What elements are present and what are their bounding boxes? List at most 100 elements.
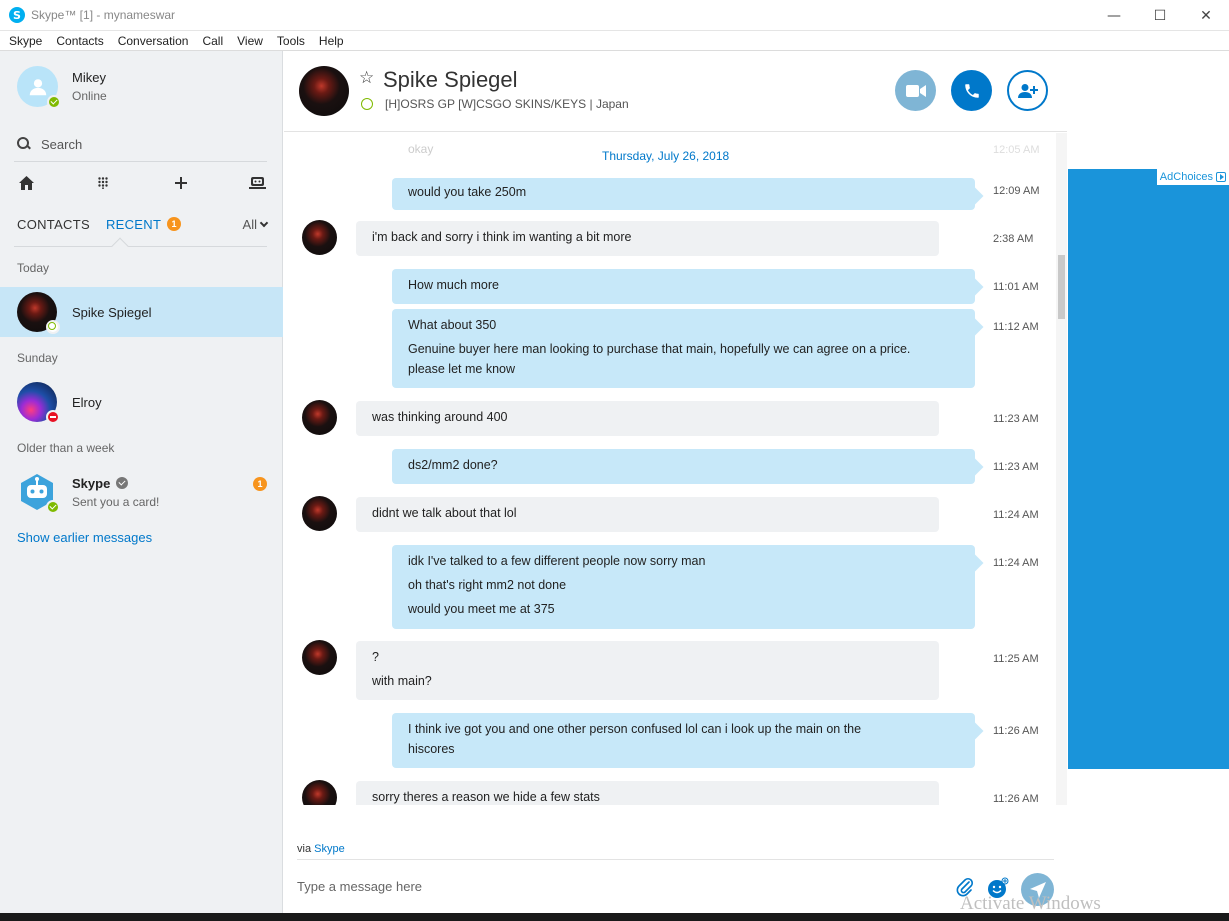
message-text: What about 350 <box>408 318 497 332</box>
group-label-sunday: Sunday <box>17 351 58 365</box>
search-input[interactable]: Search <box>17 133 267 155</box>
contact-tabs: CONTACTS RECENT 1 All <box>17 214 269 234</box>
do-not-disturb-icon <box>46 410 60 424</box>
menu-contacts[interactable]: Contacts <box>51 34 108 48</box>
message-outgoing[interactable]: How much more <box>392 269 975 304</box>
bot-icon[interactable] <box>249 174 267 192</box>
profile-status[interactable]: Online <box>72 89 107 103</box>
menu-view[interactable]: View <box>232 34 268 48</box>
profile[interactable]: Mikey Online <box>17 66 107 109</box>
message-time: 11:24 AM <box>993 509 1039 521</box>
activate-windows-watermark: Activate Windows <box>960 893 1101 914</box>
menu-help[interactable]: Help <box>314 34 349 48</box>
message-text: was thinking around 400 <box>372 410 508 424</box>
scrollbar[interactable] <box>1056 133 1067 805</box>
chevron-down-icon <box>259 218 269 227</box>
avatar[interactable] <box>302 220 337 255</box>
message-time: 11:23 AM <box>993 461 1039 473</box>
avatar[interactable] <box>299 66 349 116</box>
message-text: with main? <box>372 674 432 688</box>
audio-call-button[interactable] <box>951 70 992 111</box>
message-outgoing[interactable]: I think ive got you and one other person… <box>392 713 975 768</box>
via-skype-link[interactable]: Skype <box>314 843 345 855</box>
profile-name: Mikey <box>72 70 106 85</box>
filter-label: All <box>242 216 257 232</box>
message-text: would you take 250m <box>408 185 527 199</box>
sidebar: Mikey Online Search CONTACTS RECENT 1 Al… <box>0 51 283 921</box>
contact-item-elroy[interactable]: Elroy <box>0 377 283 427</box>
video-camera-icon <box>905 84 926 97</box>
person-icon <box>29 78 46 95</box>
contact-item-spike-spiegel[interactable]: Spike Spiegel <box>0 287 283 337</box>
skype-bot-avatar <box>17 472 60 514</box>
message-incoming[interactable]: sorry theres a reason we hide a few stat… <box>356 781 939 805</box>
plus-icon[interactable] <box>172 174 190 192</box>
message-text: idk I've talked to a few different peopl… <box>408 554 706 568</box>
menu-tools[interactable]: Tools <box>272 34 310 48</box>
message-outgoing[interactable]: idk I've talked to a few different peopl… <box>392 545 975 629</box>
avatar[interactable] <box>302 780 337 805</box>
close-button[interactable]: ✕ <box>1183 0 1229 31</box>
online-status-icon <box>46 500 60 514</box>
message-incoming[interactable]: ? with main? <box>356 641 939 700</box>
avatar <box>17 382 60 424</box>
avatar[interactable] <box>302 496 337 531</box>
conversation-title[interactable]: Spike Spiegel <box>383 67 518 93</box>
message-time: 11:26 AM <box>993 793 1039 805</box>
contact-name-row: Skype <box>72 476 159 491</box>
faded-message: okay <box>408 142 434 156</box>
message-time: 12:09 AM <box>993 185 1040 197</box>
show-earlier-link[interactable]: Show earlier messages <box>17 530 152 545</box>
message-outgoing[interactable]: ds2/mm2 done? <box>392 449 975 484</box>
online-status-icon <box>47 95 61 109</box>
search-label: Search <box>41 136 83 152</box>
minimize-button[interactable]: — <box>1091 0 1137 31</box>
video-call-button[interactable] <box>895 70 936 111</box>
message-input[interactable]: Type a message here <box>297 879 422 894</box>
message-time: 2:38 AM <box>993 233 1034 245</box>
unread-badge: 1 <box>253 477 267 491</box>
message-outgoing[interactable]: What about 350 Genuine buyer here man lo… <box>392 309 975 388</box>
tab-recent[interactable]: RECENT 1 <box>106 217 182 232</box>
conversation-pane: ☆ Spike Spiegel [H]OSRS GP [W]CSGO SKINS… <box>284 51 1067 921</box>
message-incoming[interactable]: was thinking around 400 <box>356 401 939 436</box>
message-time: 11:26 AM <box>993 725 1039 737</box>
skype-logo-icon: S <box>9 7 25 23</box>
add-people-button[interactable] <box>1007 70 1048 111</box>
menu-skype[interactable]: Skype <box>4 34 47 48</box>
date-separator: Thursday, July 26, 2018 <box>584 149 748 163</box>
verified-icon <box>116 477 129 489</box>
message-text: would you meet me at 375 <box>408 602 555 616</box>
advertisement[interactable]: AdChoices <box>1068 169 1229 769</box>
avatar[interactable] <box>302 640 337 675</box>
avatar[interactable] <box>17 66 61 109</box>
message-incoming[interactable]: didnt we talk about that lol <box>356 497 939 532</box>
message-incoming[interactable]: i'm back and sorry i think im wanting a … <box>356 221 939 256</box>
divider <box>14 246 267 247</box>
taskbar-edge <box>0 913 1229 921</box>
avatar <box>17 292 60 334</box>
message-text: Genuine buyer here man looking to purcha… <box>408 342 911 376</box>
home-icon[interactable] <box>17 174 35 192</box>
scrollbar-thumb[interactable] <box>1058 255 1065 319</box>
message-outgoing[interactable]: would you take 250m <box>392 178 975 210</box>
menu-call[interactable]: Call <box>197 34 228 48</box>
message-list[interactable]: okay 12:05 AM would you take 250m 12:09 … <box>284 133 1067 805</box>
menu-conversation[interactable]: Conversation <box>113 34 194 48</box>
message-time: 11:25 AM <box>993 653 1039 665</box>
divider <box>297 859 1054 860</box>
tab-contacts[interactable]: CONTACTS <box>17 217 90 232</box>
filter-dropdown[interactable]: All <box>242 216 269 232</box>
ad-choices-link[interactable]: AdChoices <box>1156 169 1229 185</box>
contact-preview: Sent you a card! <box>72 494 160 509</box>
avatar[interactable] <box>302 400 337 435</box>
tab-pointer <box>111 237 129 255</box>
contact-item-skype[interactable]: Skype Sent you a card! 1 <box>0 467 283 517</box>
star-icon[interactable]: ☆ <box>359 68 374 88</box>
phone-icon <box>964 83 979 98</box>
maximize-button[interactable]: ☐ <box>1137 0 1183 31</box>
message-text: i'm back and sorry i think im wanting a … <box>372 230 632 244</box>
divider <box>14 161 267 162</box>
dialpad-icon[interactable] <box>94 174 112 192</box>
group-label-older: Older than a week <box>17 441 115 455</box>
